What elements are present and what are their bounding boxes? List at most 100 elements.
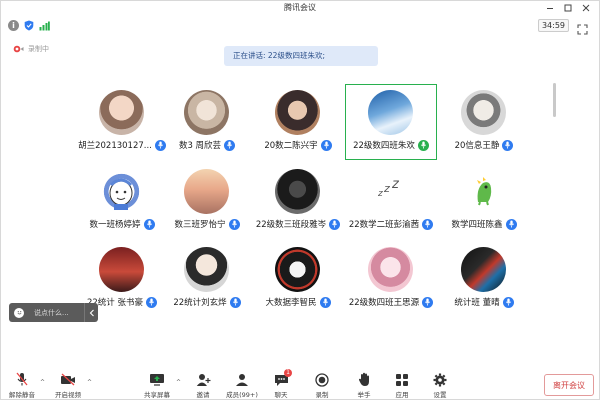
members-label: 成员(99+) <box>226 391 258 399</box>
participant-nameplate: 22级数三班段雅岑 <box>252 218 344 230</box>
participant-mic-icon <box>228 218 240 230</box>
participant-tile[interactable]: 胡兰202130127... <box>76 84 168 160</box>
gallery-scrollbar[interactable] <box>553 83 556 117</box>
participant-name: 数一班杨婷婷 <box>89 220 141 230</box>
share-screen-button[interactable]: 共享屏幕 <box>138 372 176 399</box>
participant-name: 数学四班陈鑫 <box>451 220 503 230</box>
participant-name: 数三班罗怡宁 <box>174 220 226 230</box>
participant-nameplate: 数一班杨婷婷 <box>76 218 168 230</box>
participant-name: 数3 周欣芸 <box>178 141 222 151</box>
meeting-timer: 34:59 <box>537 19 569 32</box>
chevron-left-icon <box>89 309 94 316</box>
apps-icon <box>394 372 410 387</box>
collapse-chat-button[interactable] <box>84 303 98 322</box>
anime-girl-avatar <box>99 90 144 135</box>
fullscreen-button[interactable] <box>577 20 588 35</box>
minimize-button[interactable] <box>541 1 559 15</box>
chat-unread-badge: 1 <box>284 369 292 377</box>
maximize-button[interactable] <box>559 1 577 15</box>
dark-portrait-avatar <box>275 169 320 214</box>
anime-portrait-avatar <box>275 90 320 135</box>
participant-name: 胡兰202130127... <box>78 141 152 151</box>
recording-icon <box>13 45 24 53</box>
window-controls <box>541 1 595 15</box>
audio-options-caret-icon[interactable]: ^ <box>40 379 45 386</box>
participant-tile[interactable]: 数三班罗怡宁 <box>161 163 253 239</box>
security-shield-icon[interactable] <box>23 20 34 31</box>
participant-tile[interactable]: 20信息王静 <box>438 84 530 160</box>
participant-nameplate: 数3 周欣芸 <box>161 139 253 151</box>
participant-mic-icon <box>224 139 236 151</box>
apps-button[interactable]: 应用 <box>383 372 421 399</box>
start-video-label: 开启视频 <box>55 391 81 399</box>
invite-button[interactable]: 邀请 <box>184 372 222 399</box>
participant-tile[interactable]: 22级数四班王思源 <box>345 241 437 317</box>
participant-mic-icon <box>417 139 429 151</box>
video-options-caret-icon[interactable]: ^ <box>87 379 92 386</box>
participant-mic-icon <box>502 139 514 151</box>
participant-mic-icon <box>422 218 434 230</box>
chat-button[interactable]: 1 聊天 <box>262 369 300 399</box>
invite-icon <box>195 372 211 387</box>
title-bar: 腾讯会议 <box>1 1 599 15</box>
network-signal-icon[interactable] <box>39 20 50 31</box>
raise-hand-button[interactable]: 举手 <box>345 372 383 399</box>
raise-hand-icon <box>356 372 372 387</box>
participant-tile[interactable]: 数一班杨婷婷 <box>76 163 168 239</box>
muted-mic-icon <box>14 372 30 387</box>
participant-nameplate: 20数二陈兴宇 <box>252 139 344 151</box>
participant-tile[interactable]: 数3 周欣芸 <box>161 84 253 160</box>
participant-tile[interactable]: 22统计刘玄烨 <box>161 241 253 317</box>
leave-meeting-button[interactable]: 离开会议 <box>544 374 594 396</box>
video-off-icon <box>60 372 76 387</box>
chat-label: 聊天 <box>274 391 288 399</box>
share-options-caret-icon[interactable]: ^ <box>176 379 181 386</box>
glitch-girl-avatar <box>461 247 506 292</box>
meeting-toolbar: 解除静音 ^ 开启视频 ^ 共享屏幕 ^ 邀请 成员(99+) 1 聊天 录制 … <box>1 369 599 400</box>
close-window-button[interactable] <box>577 1 595 15</box>
landscape-avatar <box>368 90 413 135</box>
members-button[interactable]: 成员(99+) <box>223 372 261 399</box>
maximize-icon <box>564 4 572 12</box>
chat-placeholder[interactable]: 说点什么... <box>34 308 84 318</box>
red-sky-avatar <box>99 247 144 292</box>
recording-indicator: 录制中 <box>13 44 49 54</box>
minimize-icon <box>547 8 553 9</box>
participant-mic-icon <box>329 218 341 230</box>
participant-nameplate: 统计班 董晴 <box>438 296 530 308</box>
record-icon <box>314 372 330 387</box>
sleeping-zzz-avatar: zzz <box>368 169 413 214</box>
active-speaker-banner: 正在讲话: 22级数四班朱欢; <box>224 46 378 66</box>
sunset-avatar <box>184 169 229 214</box>
participant-tile[interactable]: 22级数三班段雅岑 <box>252 163 344 239</box>
record-button[interactable]: 录制 <box>303 372 341 399</box>
participant-nameplate: 20信息王静 <box>438 139 530 151</box>
participant-tile[interactable]: 统计班 董晴 <box>438 241 530 317</box>
participant-mic-icon <box>422 296 434 308</box>
participant-nameplate: 数学四班陈鑫 <box>438 218 530 230</box>
meeting-info-icon[interactable]: i <box>8 20 19 31</box>
share-screen-icon <box>149 372 165 387</box>
participant-name: 22级数三班段雅岑 <box>255 220 327 230</box>
participant-mic-icon <box>146 296 158 308</box>
participant-tile[interactable]: 22级数四班朱欢 <box>345 84 437 160</box>
settings-label: 设置 <box>433 391 447 399</box>
share-screen-label: 共享屏幕 <box>144 391 170 399</box>
cartoon-avatar <box>461 90 506 135</box>
participant-mic-icon <box>229 296 241 308</box>
participant-nameplate: 胡兰202130127... <box>76 139 168 151</box>
settings-button[interactable]: 设置 <box>421 372 459 399</box>
participant-tile[interactable]: z z z 22数学二班彭渝茜 <box>345 163 437 239</box>
participant-tile[interactable]: 大数据李智民 <box>252 241 344 317</box>
unmute-button[interactable]: 解除静音 <box>3 372 41 399</box>
recording-label: 录制中 <box>28 45 49 53</box>
participant-tile[interactable]: 数学四班陈鑫 <box>438 163 530 239</box>
green-dino-avatar <box>461 169 506 214</box>
participant-tile[interactable]: 20数二陈兴宇 <box>252 84 344 160</box>
emoji-icon[interactable] <box>14 307 24 318</box>
chat-input-box[interactable]: 说点什么... <box>9 303 98 322</box>
participant-name: 22级数四班王思源 <box>348 298 420 308</box>
start-video-button[interactable]: 开启视频 <box>49 372 87 399</box>
participant-name: 20信息王静 <box>454 141 500 151</box>
members-icon <box>234 372 250 387</box>
